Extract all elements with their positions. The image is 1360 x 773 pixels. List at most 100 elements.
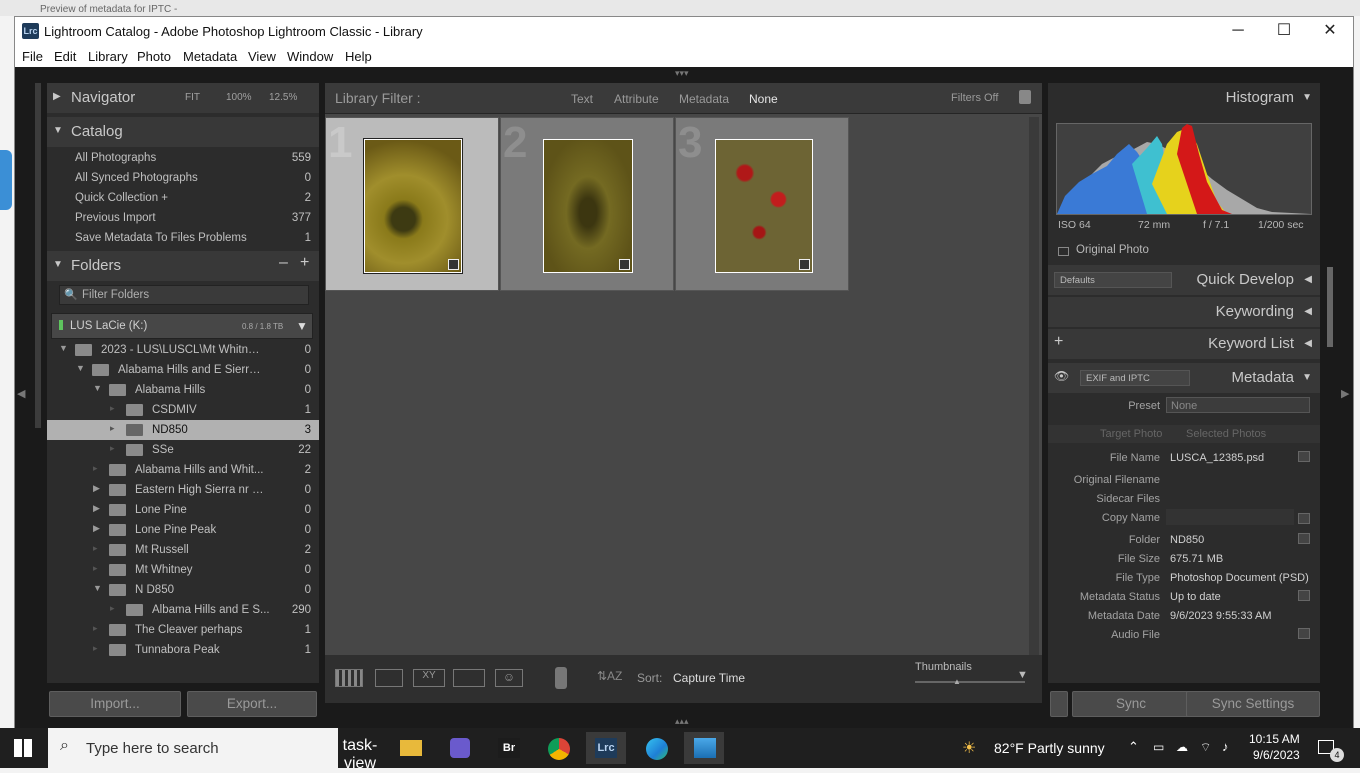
sort-dropdown[interactable]: Capture Time bbox=[673, 671, 745, 685]
go-to-folder-icon[interactable] bbox=[1298, 533, 1310, 544]
weather-text[interactable]: 82°F Partly sunny bbox=[994, 740, 1105, 756]
right-scrollbar[interactable] bbox=[1327, 267, 1333, 347]
metadata-set-dropdown[interactable]: EXIF and IPTC bbox=[1080, 370, 1190, 386]
metadata-field[interactable]: File Type Photoshop Document (PSD) bbox=[1048, 569, 1320, 588]
filter-attribute[interactable]: Attribute bbox=[614, 92, 659, 106]
folder-row[interactable]: ▸ Alabama Hills and Whit... 2 bbox=[47, 460, 319, 480]
volume-icon[interactable]: ♪ bbox=[1222, 739, 1229, 754]
top-panel-toggle-icon[interactable]: ▾▾▾ bbox=[675, 68, 689, 79]
survey-view-icon[interactable] bbox=[453, 669, 485, 687]
sync-button[interactable]: Sync bbox=[1072, 691, 1190, 717]
metadata-field[interactable]: Metadata Date 9/6/2023 9:55:33 AM bbox=[1048, 607, 1320, 626]
metadata-field[interactable]: Copy Name bbox=[1048, 509, 1320, 528]
catalog-item[interactable]: Previous Import 377 bbox=[47, 208, 319, 228]
folder-row[interactable]: ▼ Alabama Hills and E Sierra ... 0 bbox=[47, 360, 319, 380]
folder-row[interactable]: ▸ The Cleaver perhaps 1 bbox=[47, 620, 319, 640]
metadata-field[interactable]: Folder ND850 bbox=[1048, 531, 1320, 550]
chrome-icon[interactable] bbox=[538, 732, 578, 764]
filter-none[interactable]: None bbox=[749, 92, 778, 106]
folder-row[interactable]: ▸ Albama Hills and E S... 290 bbox=[47, 600, 319, 620]
bridge-icon[interactable]: Br bbox=[488, 732, 528, 764]
close-button[interactable]: ✕ bbox=[1307, 20, 1353, 44]
filter-metadata[interactable]: Metadata bbox=[679, 92, 729, 106]
zoom-custom[interactable]: 12.5% bbox=[269, 92, 297, 103]
folder-row[interactable]: ▸ Tunnabora Peak 1 bbox=[47, 640, 319, 660]
filter-folders-input[interactable]: 🔍 Filter Folders bbox=[59, 285, 309, 305]
compare-view-icon[interactable]: XY bbox=[413, 669, 445, 687]
menu-edit[interactable]: Edit bbox=[54, 49, 76, 64]
clock-date[interactable]: 9/6/2023 bbox=[1253, 748, 1300, 762]
bottom-panel-toggle-icon[interactable]: ▴▴▴ bbox=[675, 716, 689, 727]
photo-thumbnail[interactable] bbox=[543, 139, 633, 273]
wifi-icon[interactable]: ⌔ bbox=[1200, 740, 1211, 755]
add-folder-icon[interactable]: + bbox=[300, 254, 309, 272]
grid-cell[interactable]: 2 bbox=[500, 117, 674, 291]
grid-view-icon[interactable] bbox=[335, 669, 363, 687]
lock-icon[interactable] bbox=[1019, 90, 1031, 104]
taskbar-search-box[interactable]: ⌕ Type here to search bbox=[48, 728, 338, 768]
catalog-item[interactable]: Quick Collection +2 bbox=[47, 188, 319, 208]
folders-header[interactable]: ▼ Folders – + bbox=[47, 251, 319, 281]
left-scrollbar[interactable] bbox=[35, 83, 41, 428]
volume-header[interactable]: LUS LaCie (K:) 0.8 / 1.8 TB ▼ bbox=[51, 313, 313, 339]
menu-view[interactable]: View bbox=[248, 49, 276, 64]
folder-row[interactable]: ▼ 2023 - LUS\LUSCL\Mt Whitney... 0 bbox=[47, 340, 319, 360]
folder-row[interactable]: ▸ Mt Whitney 0 bbox=[47, 560, 319, 580]
filters-off-dropdown[interactable]: Filters Off bbox=[951, 92, 998, 104]
browser-tab-title[interactable]: Preview of metadata for IPTC - bbox=[40, 4, 230, 15]
menu-file[interactable]: File bbox=[22, 49, 43, 64]
saved-preset-dropdown[interactable]: Defaults bbox=[1054, 272, 1172, 288]
catalog-item[interactable]: Save Metadata To Files Problems 1 bbox=[47, 228, 319, 248]
toolbar-menu-icon[interactable]: ▼ bbox=[1017, 669, 1028, 681]
keywording-header[interactable]: Keywording ◀ bbox=[1048, 297, 1320, 327]
file-explorer-icon[interactable] bbox=[390, 732, 430, 764]
spray-can-icon[interactable] bbox=[555, 667, 567, 689]
metadata-field[interactable]: File Name LUSCA_12385.psd bbox=[1048, 449, 1320, 468]
photo-thumbnail[interactable] bbox=[715, 139, 813, 273]
arrow-icon[interactable] bbox=[1298, 628, 1310, 639]
lightroom-taskbar-icon[interactable]: Lrc bbox=[586, 732, 626, 764]
metadata-preset-dropdown[interactable]: None bbox=[1166, 397, 1310, 413]
menu-metadata[interactable]: Metadata bbox=[183, 49, 237, 64]
folder-row-selected[interactable]: ▸ ND850 3 bbox=[47, 420, 319, 440]
folder-row[interactable]: ▶ Lone Pine 0 bbox=[47, 500, 319, 520]
metadata-field[interactable]: Sidecar Files bbox=[1048, 490, 1320, 509]
list-icon[interactable] bbox=[1298, 451, 1310, 462]
grid-scrollbar[interactable] bbox=[1029, 117, 1039, 665]
menu-help[interactable]: Help bbox=[345, 49, 372, 64]
metadata-field[interactable]: Original Filename bbox=[1048, 471, 1320, 490]
metadata-header[interactable]: 👁 EXIF and IPTC Metadata ▼ bbox=[1048, 363, 1320, 393]
volume-menu-icon[interactable]: ▼ bbox=[296, 319, 308, 333]
target-photo-tab[interactable]: Target Photo bbox=[1100, 428, 1162, 440]
purple-app-icon[interactable] bbox=[440, 732, 480, 764]
grid-cell[interactable]: 3 bbox=[675, 117, 849, 291]
metadata-field[interactable]: Metadata Status Up to date bbox=[1048, 588, 1320, 607]
histogram-header[interactable]: Histogram ▼ bbox=[1048, 83, 1320, 113]
folder-row[interactable]: ▸ Mt Russell 2 bbox=[47, 540, 319, 560]
sync-settings-button[interactable]: Sync Settings bbox=[1186, 691, 1320, 717]
photos-icon[interactable] bbox=[684, 732, 724, 764]
left-panel-toggle-icon[interactable]: ◀ bbox=[17, 387, 25, 400]
export-button[interactable]: Export... bbox=[187, 691, 317, 717]
catalog-item[interactable]: All Synced Photographs 0 bbox=[47, 168, 319, 188]
sync-toggle-switch[interactable] bbox=[1050, 691, 1068, 717]
zoom-fit[interactable]: FIT bbox=[185, 92, 200, 103]
catalog-item[interactable]: All Photographs 559 bbox=[47, 148, 319, 168]
catalog-header[interactable]: ▼ Catalog bbox=[47, 117, 319, 147]
maximize-button[interactable]: ☐ bbox=[1261, 20, 1307, 44]
folder-row[interactable]: ▼ N D850 0 bbox=[47, 580, 319, 600]
import-button[interactable]: Import... bbox=[49, 691, 181, 717]
metadata-field[interactable]: File Size 675.71 MB bbox=[1048, 550, 1320, 569]
task-view-icon[interactable]: task-view bbox=[340, 732, 380, 772]
minimize-button[interactable]: ─ bbox=[1215, 20, 1261, 44]
folder-row[interactable]: ▸ SSe 22 bbox=[47, 440, 319, 460]
menu-library[interactable]: Library bbox=[88, 49, 128, 64]
sort-direction-icon[interactable]: ⇅AZ bbox=[597, 669, 622, 683]
eye-icon[interactable]: 👁 bbox=[1054, 369, 1069, 383]
edge-icon[interactable] bbox=[636, 732, 676, 764]
grid-cell-selected[interactable]: 1 bbox=[325, 117, 499, 291]
thumbnail-size-slider[interactable] bbox=[915, 681, 1025, 683]
folder-row[interactable]: ▼ Alabama Hills 0 bbox=[47, 380, 319, 400]
photo-thumbnail[interactable] bbox=[363, 138, 463, 274]
quick-develop-header[interactable]: Defaults Quick Develop ◀ bbox=[1048, 265, 1320, 295]
